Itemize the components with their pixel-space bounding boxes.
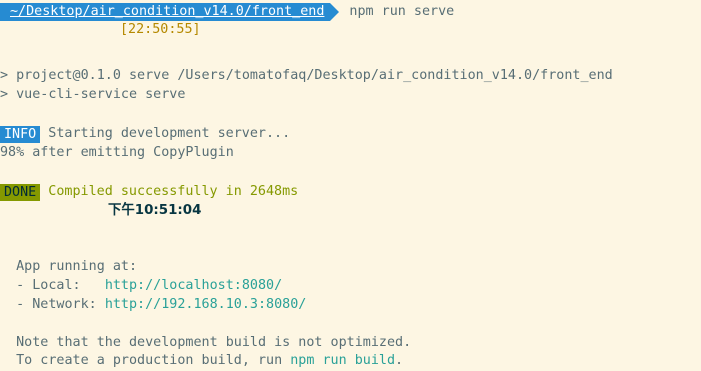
prod-suffix: .	[395, 353, 404, 368]
output-vue-cli-line: > vue-cli-service serve	[0, 87, 186, 102]
prompt-time-line: [22:50:55]	[120, 21, 201, 39]
done-time: 下午10:51:04	[108, 203, 202, 218]
note-line: Note that the development build is not o…	[0, 335, 412, 350]
prompt-arrow-icon	[330, 3, 340, 21]
prompt-path: ~/Desktop/air_condition_v14.0/front_end	[0, 3, 331, 21]
prod-prefix: To create a production build, run	[0, 353, 291, 368]
local-line: - Local: http://localhost:8080/	[0, 277, 282, 295]
done-text: Compiled successfully in 2648ms	[40, 184, 299, 199]
prod-build-line: To create a production build, run npm ru…	[0, 352, 403, 370]
prod-command: npm run build	[290, 353, 396, 368]
app-running-line: App running at:	[0, 259, 138, 274]
prompt-line: ~/Desktop/air_condition_v14.0/front_end n…	[0, 3, 454, 21]
network-label: - Network:	[0, 297, 105, 312]
local-url-link[interactable]: http://localhost:8080/	[105, 277, 282, 295]
local-label: - Local:	[0, 278, 105, 293]
network-url-link[interactable]: http://192.168.10.3:8080/	[105, 296, 307, 314]
output-project-line: > project@0.1.0 serve /Users/tomatofaq/D…	[0, 68, 613, 83]
info-badge: INFO	[0, 125, 41, 143]
info-line: INFO Starting development server...	[0, 125, 290, 143]
prompt-command: npm run serve	[349, 4, 455, 19]
terminal-window[interactable]: ~/Desktop/air_condition_v14.0/front_endn…	[0, 0, 701, 371]
prompt-time: [22:50:55]	[120, 22, 201, 37]
progress-line: 98% after emitting CopyPlugin	[0, 145, 234, 160]
done-badge: DONE	[0, 183, 41, 201]
network-line: - Network: http://192.168.10.3:8080/	[0, 296, 306, 314]
done-line: DONE Compiled successfully in 2648ms	[0, 183, 298, 201]
info-text: Starting development server...	[40, 126, 291, 141]
done-time-line: 下午10:51:04	[108, 202, 201, 220]
